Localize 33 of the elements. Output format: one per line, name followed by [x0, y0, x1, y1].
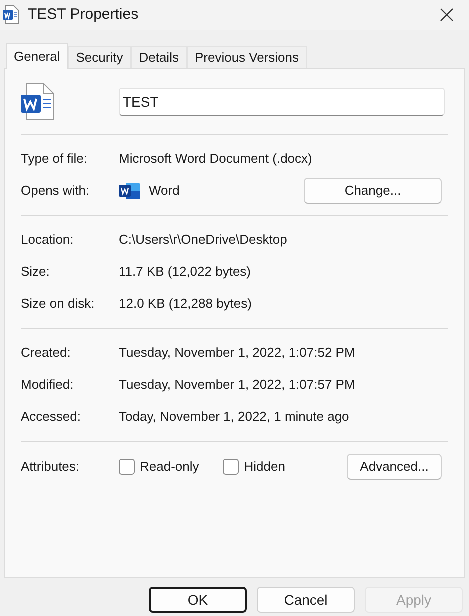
tab[interactable]: Security — [68, 46, 132, 68]
field-label: Attributes: — [21, 458, 81, 476]
field-label: Location: — [21, 231, 75, 250]
field-label: Accessed: — [21, 408, 82, 426]
advanced-button[interactable]: Advanced... — [347, 454, 442, 480]
field-value: 11.7 KB (12,022 bytes) — [119, 263, 252, 282]
checkbox[interactable] — [223, 459, 240, 475]
field-value: C:\Users\r\OneDrive\Desktop — [119, 231, 288, 250]
field-value: 12.0 KB (12,288 bytes) — [119, 295, 252, 314]
field-label: Type of file: — [21, 150, 88, 168]
checkbox-label: Hidden — [244, 458, 286, 476]
field-label: Size on disk: — [21, 295, 96, 314]
checkbox-label: Read-only — [140, 458, 200, 476]
field-label: Size: — [21, 263, 51, 282]
tab[interactable]: General — [6, 43, 68, 69]
field-value: Tuesday, November 1, 2022, 1:07:57 PM — [119, 376, 356, 394]
field-label: Created: — [21, 344, 72, 362]
window-title: TEST Properties — [28, 4, 139, 25]
field-label: Opens with: — [21, 182, 91, 200]
tab[interactable]: Previous Versions — [186, 46, 308, 68]
change-button[interactable]: Change... — [304, 178, 442, 204]
field-value: Microsoft Word Document (.docx) — [119, 150, 312, 168]
close-icon — [440, 8, 454, 22]
field-value: Tuesday, November 1, 2022, 1:07:52 PM — [119, 344, 356, 362]
dialog-button[interactable]: Cancel — [257, 587, 355, 613]
field-value: Today, November 1, 2022, 1 minute ago — [119, 408, 350, 426]
word-document-icon — [21, 82, 57, 120]
field-label: Modified: — [21, 376, 75, 394]
file-name-field[interactable]: TEST — [119, 88, 445, 116]
checkbox[interactable] — [119, 459, 135, 475]
dialog-button[interactable]: OK — [149, 587, 247, 613]
field-value: Word — [149, 182, 180, 200]
tab[interactable]: Details — [131, 46, 187, 68]
